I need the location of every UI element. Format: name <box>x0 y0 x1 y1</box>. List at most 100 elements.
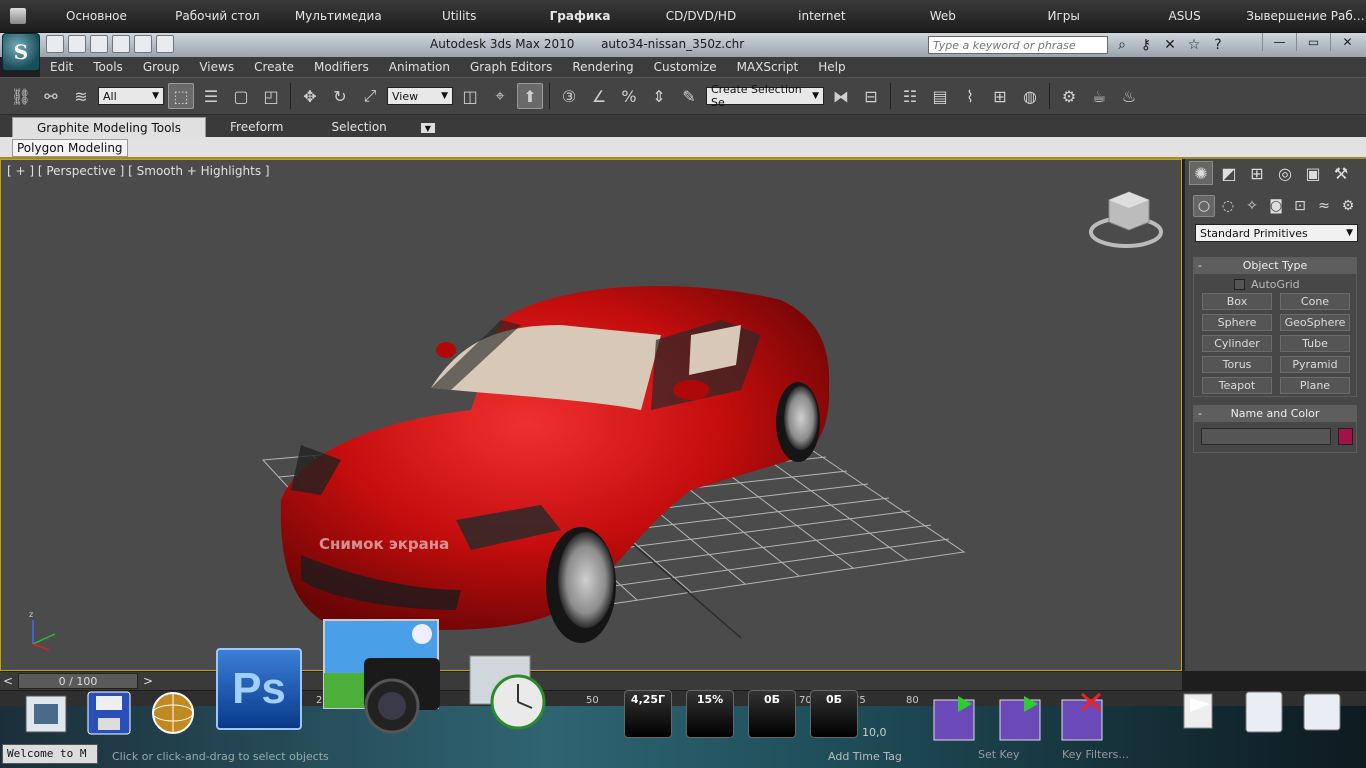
launcher-item-cd-dvd[interactable]: CD/DVD/HD <box>641 9 762 23</box>
launcher-item-graphics[interactable]: Графика <box>520 9 641 23</box>
display-tab-icon[interactable]: ▣ <box>1301 161 1325 185</box>
menu-maxscript[interactable]: MAXScript <box>727 60 809 74</box>
object-name-input[interactable] <box>1201 428 1331 445</box>
select-object-icon[interactable]: ⬚ <box>168 83 194 109</box>
key-icon[interactable]: ⚷ <box>1137 36 1155 54</box>
angle-snap-icon[interactable]: ∠ <box>586 83 612 109</box>
space-warps-icon[interactable]: ≈ <box>1313 195 1335 217</box>
geosphere-button[interactable]: GeoSphere <box>1280 314 1350 331</box>
photoshop-icon[interactable]: Ps <box>216 648 302 730</box>
launcher-item-osnovnoe[interactable]: Основное <box>36 9 157 23</box>
launcher-item-utilits[interactable]: Utilits <box>399 9 520 23</box>
pivot-center-icon[interactable]: ◫ <box>457 83 483 109</box>
autogrid-checkbox[interactable]: AutoGrid <box>1234 278 1300 291</box>
reference-coord-select[interactable]: View ▼ <box>387 87 453 105</box>
minimize-button[interactable]: — <box>1262 33 1296 51</box>
launcher-item-desktop[interactable]: Рабочий стол <box>157 9 278 23</box>
motion-tab-icon[interactable]: ◎ <box>1273 161 1297 185</box>
menu-edit[interactable]: Edit <box>40 60 83 74</box>
percent-snap-icon[interactable]: % <box>616 83 642 109</box>
viewcube[interactable] <box>1089 191 1163 248</box>
selection-region-icon[interactable]: ▢ <box>228 83 254 109</box>
maximize-button[interactable]: ▭ <box>1296 33 1330 51</box>
tab-freeform[interactable]: Freeform <box>206 117 307 137</box>
bind-space-warp-icon[interactable]: ≋ <box>68 83 94 109</box>
utilities-tab-icon[interactable]: ⚒ <box>1329 161 1353 185</box>
cylinder-button[interactable]: Cylinder <box>1202 335 1272 352</box>
launcher-logo-icon[interactable] <box>0 0 36 33</box>
redo-icon[interactable] <box>134 35 152 53</box>
keyboard-shortcut-override-icon[interactable]: ⬆ <box>517 83 543 109</box>
unlink-icon[interactable]: ⚯ <box>38 83 64 109</box>
hierarchy-tab-icon[interactable]: ⊞ <box>1245 161 1269 185</box>
ribbon-options-chevron-icon[interactable]: ▼ <box>420 123 435 133</box>
render-setup-icon[interactable]: ⚙ <box>1056 83 1082 109</box>
launcher-item-internet[interactable]: internet <box>761 9 882 23</box>
launcher-item-multimedia[interactable]: Мультимедиа <box>278 9 399 23</box>
object-type-header[interactable]: - Object Type <box>1194 258 1356 274</box>
plane-button[interactable]: Plane <box>1280 377 1350 394</box>
dock-file-icons[interactable] <box>20 688 140 738</box>
link-icon[interactable]: ⛓ <box>8 83 34 109</box>
menu-create[interactable]: Create <box>244 60 304 74</box>
menu-customize[interactable]: Customize <box>644 60 727 74</box>
connect-icon[interactable]: ✕ <box>1161 36 1179 54</box>
time-slider-prev-button[interactable]: < <box>0 673 16 689</box>
object-color-swatch[interactable] <box>1338 428 1353 445</box>
curve-editor-icon[interactable]: ⌇ <box>957 83 983 109</box>
time-slider-next-button[interactable]: > <box>140 673 156 689</box>
binoculars-icon[interactable]: ⌕ <box>1113 36 1131 54</box>
camera-photo-icon[interactable] <box>322 618 444 738</box>
help-icon[interactable]: ? <box>1209 36 1227 54</box>
modify-tab-icon[interactable]: ◩ <box>1217 161 1241 185</box>
menu-graph-editors[interactable]: Graph Editors <box>460 60 562 74</box>
pyramid-button[interactable]: Pyramid <box>1280 356 1350 373</box>
manipulate-icon[interactable]: ⌖ <box>487 83 513 109</box>
geometry-icon[interactable]: ○ <box>1193 195 1215 217</box>
network-status-icons[interactable] <box>928 690 1118 752</box>
mirror-icon[interactable]: ⧓ <box>828 83 854 109</box>
systems-icon[interactable]: ⚙ <box>1337 195 1359 217</box>
scale-icon[interactable]: ⤢ <box>357 83 383 109</box>
perspective-viewport[interactable]: z [ + ] [ Perspective ] [ Smooth + Highl… <box>0 159 1182 671</box>
close-button[interactable]: ✕ <box>1330 33 1364 51</box>
create-tab-icon[interactable]: ✺ <box>1189 161 1213 185</box>
material-editor-icon[interactable]: ◍ <box>1017 83 1043 109</box>
launcher-item-web[interactable]: Web <box>882 9 1003 23</box>
app-menu-button[interactable]: S <box>2 33 40 71</box>
lights-icon[interactable]: ✧ <box>1241 195 1263 217</box>
launcher-item-games[interactable]: Игры <box>1003 9 1124 23</box>
launcher-item-shutdown[interactable]: Зывершение Раб… <box>1245 9 1366 23</box>
launcher-item-asus[interactable]: ASUS <box>1124 9 1245 23</box>
menu-animation[interactable]: Animation <box>379 60 460 74</box>
add-time-tag-button[interactable]: Add Time Tag <box>828 750 902 763</box>
help-search-input[interactable]: Type a keyword or phrase <box>928 36 1108 54</box>
align-icon[interactable]: ⊟ <box>858 83 884 109</box>
selection-filter-select[interactable]: All ▼ <box>98 87 164 105</box>
menu-help[interactable]: Help <box>808 60 855 74</box>
select-by-name-icon[interactable]: ☰ <box>198 83 224 109</box>
system-tray-icons[interactable] <box>1180 688 1366 744</box>
tube-button[interactable]: Tube <box>1280 335 1350 352</box>
edit-named-selections-icon[interactable]: ✎ <box>676 83 702 109</box>
viewport-label-menu[interactable]: [ + ] [ Perspective ] [ Smooth + Highlig… <box>7 164 270 178</box>
menu-modifiers[interactable]: Modifiers <box>304 60 379 74</box>
save-file-icon[interactable] <box>90 35 108 53</box>
schematic-view-icon[interactable]: ⊞ <box>987 83 1013 109</box>
favorites-star-icon[interactable]: ☆ <box>1185 36 1203 54</box>
layer-manager-icon[interactable]: ☷ <box>897 83 923 109</box>
primitive-category-select[interactable]: Standard Primitives ▼ <box>1195 224 1358 242</box>
menu-tools[interactable]: Tools <box>83 60 133 74</box>
rotate-icon[interactable]: ↻ <box>327 83 353 109</box>
box-button[interactable]: Box <box>1202 293 1272 310</box>
open-file-icon[interactable] <box>68 35 86 53</box>
snaps-toggle-icon[interactable]: ③ <box>556 83 582 109</box>
tab-selection[interactable]: Selection <box>307 117 410 137</box>
menu-rendering[interactable]: Rendering <box>562 60 643 74</box>
maxscript-listener-input[interactable]: Welcome to M <box>2 744 98 764</box>
teapot-button[interactable]: Teapot <box>1202 377 1272 394</box>
shapes-icon[interactable]: ◌ <box>1217 195 1239 217</box>
sphere-button[interactable]: Sphere <box>1202 314 1272 331</box>
new-file-icon[interactable] <box>46 35 64 53</box>
cameras-icon[interactable]: ◙ <box>1265 195 1287 217</box>
